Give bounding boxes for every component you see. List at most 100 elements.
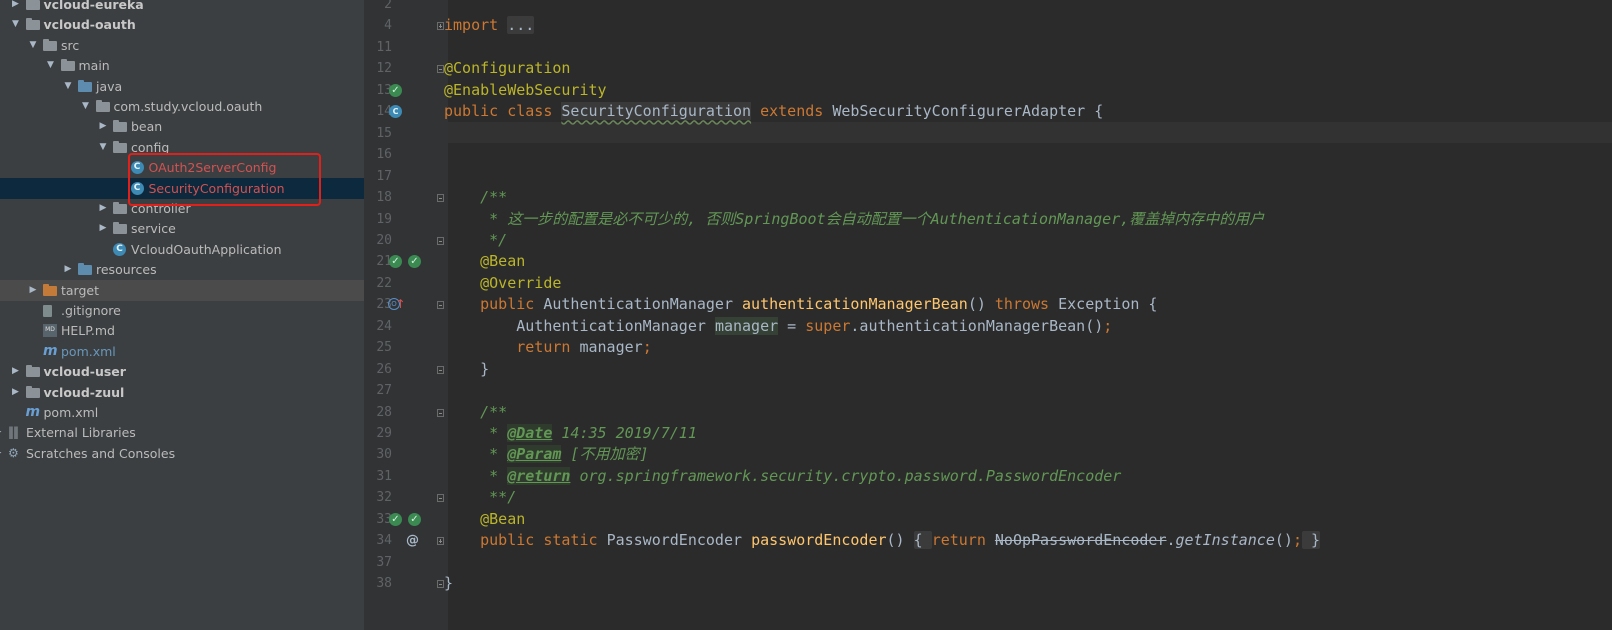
spring-bean-icon[interactable]: ✓ [389, 83, 402, 97]
spring-boot-class-icon: C [113, 242, 126, 256]
collapsed-arrow-icon[interactable]: ▶ [97, 198, 109, 219]
tree-item[interactable]: ▶ service [0, 218, 364, 239]
package-icon [113, 202, 127, 214]
collapsed-arrow-icon[interactable]: ▶ [27, 280, 39, 301]
expanded-arrow-icon[interactable]: ▼ [10, 14, 22, 35]
fold-collapse-icon[interactable] [437, 408, 444, 417]
tree-item-label: pom.xml [61, 343, 116, 359]
code-token: passwordEncoder [751, 531, 887, 550]
tree-item[interactable]: ▶ bean [0, 116, 364, 137]
line-number: 28 [376, 404, 392, 420]
expanded-arrow-icon[interactable]: ▼ [97, 137, 109, 158]
fold-expand-icon[interactable] [437, 22, 444, 31]
collapsed-arrow-icon[interactable]: ▶ [62, 259, 74, 280]
code-line[interactable]: @Override [444, 273, 561, 294]
code-line[interactable]: @Bean [444, 251, 525, 272]
expanded-arrow-icon[interactable]: ▼ [45, 55, 57, 76]
tree-item[interactable]: ▼ java [0, 76, 364, 97]
code-line[interactable]: import ... [444, 15, 535, 36]
markdown-file-icon: MD [43, 324, 57, 338]
code-token: */ [489, 230, 508, 249]
fold-collapse-icon[interactable] [437, 494, 444, 503]
collapsed-arrow-icon[interactable]: ▶ [10, 0, 22, 15]
tree-item[interactable]: ▶ vcloud-eureka [0, 0, 364, 15]
line-number: 4 [384, 18, 392, 34]
module-folder-icon [25, 385, 40, 398]
tree-item[interactable]: ▶ vcloud-zuul [0, 382, 364, 403]
code-line[interactable]: return manager; [444, 337, 651, 358]
code-line[interactable]: public AuthenticationManager authenticat… [444, 294, 1157, 315]
tree-item[interactable]: ▶ target [0, 279, 364, 301]
code-line[interactable]: /** [444, 402, 507, 423]
annotation-at-icon[interactable]: @ [406, 534, 419, 547]
fold-expand-icon[interactable] [437, 537, 444, 546]
code-line[interactable]: @EnableWebSecurity [444, 80, 607, 101]
code-line[interactable]: @Configuration [444, 58, 570, 79]
code-editor[interactable]: 2 4 11 12 13 ✓ 14 C 15 16 17 18 19 20 21 ✓ ✓ 22 23 O ↑ 24 25 26… [364, 0, 1612, 630]
code-token: super [805, 316, 851, 335]
fold-collapse-icon[interactable] [437, 65, 444, 74]
code-line[interactable]: } [444, 573, 453, 594]
code-line[interactable]: public static PasswordEncoder passwordEn… [444, 530, 1321, 551]
fold-collapse-icon[interactable] [437, 236, 444, 245]
collapsed-arrow-icon[interactable]: ▶ [0, 422, 4, 443]
collapsed-arrow-icon[interactable]: ▶ [97, 218, 109, 239]
tree-item[interactable]: ▶ ⚙ Scratches and Consoles [0, 443, 364, 464]
fold-collapse-icon[interactable] [437, 194, 444, 203]
tree-item[interactable]: m pom.xml [0, 341, 364, 362]
tree-item[interactable]: ▼ vcloud-oauth [0, 14, 364, 35]
tree-item[interactable]: C VcloudOauthApplication [0, 239, 364, 260]
collapsed-arrow-icon[interactable]: ▶ [97, 116, 109, 137]
code-line[interactable]: **/ [444, 487, 516, 508]
fold-collapse-icon[interactable] [437, 301, 444, 310]
code-token: /** [480, 402, 508, 421]
code-line[interactable]: * @Date 14:35 2019/7/11 [444, 423, 697, 444]
expanded-arrow-icon[interactable]: ▼ [27, 35, 39, 56]
code-line[interactable]: /** [444, 187, 507, 208]
code-line[interactable]: * @Param [不用加密] [444, 444, 649, 465]
tree-item[interactable]: ▶ vcloud-user [0, 361, 364, 382]
code-token: public static [480, 531, 607, 550]
code-line[interactable]: public class SecurityConfiguration exten… [444, 101, 1103, 122]
expanded-arrow-icon[interactable]: ▼ [62, 76, 74, 97]
code-token: * [489, 424, 508, 442]
line-number: 18 [376, 190, 392, 206]
spring-config-class-icon[interactable]: C [389, 105, 402, 119]
project-tree-panel: ▶ vcloud-eureka ▼ vcloud-oauth ▼ src ▼ main ▼ jav… [0, 0, 364, 630]
line-number: 38 [376, 576, 392, 592]
code-token: ; [1292, 531, 1302, 550]
code-line[interactable]: } [444, 359, 489, 380]
collapsed-arrow-icon[interactable]: ▶ [0, 443, 4, 464]
fold-collapse-icon[interactable] [437, 365, 444, 374]
code-token: () [967, 295, 995, 314]
tree-item[interactable]: ▶ resources [0, 259, 364, 280]
collapsed-arrow-icon[interactable]: ▶ [10, 382, 22, 403]
tree-item[interactable]: ▼ com.study.vcloud.oauth [0, 96, 364, 117]
spring-bean-icon[interactable]: ✓ [389, 255, 402, 269]
implements-up-arrow-icon[interactable]: ↑ [394, 298, 407, 311]
code-line[interactable]: * 这一步的配置是必不可少的, 否则SpringBoot会自动配置一个Authe… [444, 209, 1264, 230]
spring-bean-icon[interactable]: ✓ [389, 512, 402, 526]
tree-item-label: service [131, 221, 176, 237]
tree-item[interactable]: ▼ main [0, 55, 364, 76]
code-token: } [1301, 531, 1321, 550]
code-line[interactable]: AuthenticationManager manager = super.au… [444, 316, 1112, 337]
tree-item[interactable]: ▼ src [0, 35, 364, 56]
expanded-arrow-icon[interactable]: ▼ [80, 96, 92, 117]
code-line[interactable]: @Bean [444, 509, 525, 530]
code-line[interactable]: * @return org.springframework.security.c… [444, 466, 1121, 487]
tree-item[interactable]: MD HELP.md [0, 320, 364, 341]
line-number: 33 [376, 511, 392, 527]
code-line[interactable]: */ [444, 230, 507, 251]
collapsed-arrow-icon[interactable]: ▶ [10, 361, 22, 382]
tree-item[interactable]: ▶ ‖‖ External Libraries [0, 422, 364, 443]
tree-item[interactable]: m pom.xml [0, 402, 364, 423]
spring-bean-icon[interactable]: ✓ [408, 512, 421, 526]
spring-bean-icon[interactable]: ✓ [408, 255, 421, 269]
tree-item-label: HELP.md [61, 323, 115, 339]
line-number: 31 [376, 468, 392, 484]
fold-collapse-icon[interactable] [437, 580, 444, 589]
code-token: public class [444, 102, 562, 121]
tree-item[interactable]: .gitignore [0, 300, 364, 321]
